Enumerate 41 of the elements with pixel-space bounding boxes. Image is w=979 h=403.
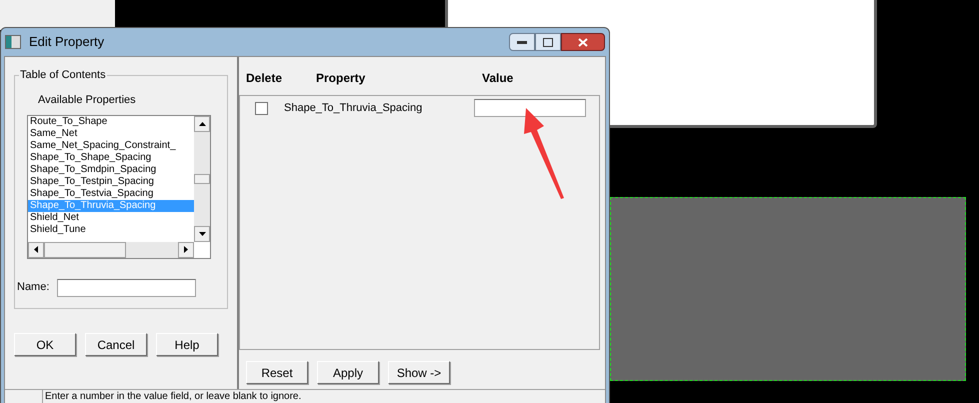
column-header: Delete <box>246 70 284 87</box>
dialog-button[interactable]: Cancel <box>85 333 147 356</box>
list-item[interactable]: Shield_Tune <box>28 224 194 236</box>
value-field[interactable] <box>474 99 586 117</box>
list-item[interactable]: Shape_To_Smdpin_Spacing <box>28 164 194 176</box>
scroll-left-icon[interactable] <box>28 242 44 258</box>
minimize-button[interactable] <box>509 33 535 51</box>
list-item[interactable]: Shape_To_Testvia_Spacing <box>28 188 194 200</box>
scroll-up-icon[interactable] <box>194 116 210 132</box>
list-item[interactable]: Shape_To_Shape_Spacing <box>28 152 194 164</box>
scroll-right-icon[interactable] <box>178 242 194 258</box>
horizontal-scrollbar[interactable] <box>28 242 194 258</box>
close-button[interactable] <box>561 33 605 51</box>
column-header: Property <box>316 70 366 87</box>
dialog-button[interactable]: Help <box>156 333 218 356</box>
maximize-icon <box>543 38 553 46</box>
name-field[interactable] <box>57 278 196 296</box>
dialog-button[interactable]: Reset <box>246 361 308 384</box>
property-name: Shape_To_Thruvia_Spacing <box>284 100 424 116</box>
list-item[interactable]: Shape_To_Testpin_Spacing <box>28 176 194 188</box>
list-label: Available Properties <box>38 93 137 108</box>
delete-checkbox[interactable] <box>255 102 268 114</box>
list-item[interactable]: Same_Net_Spacing_Constraint_ <box>28 140 194 152</box>
list-item[interactable]: Route_To_Shape <box>28 116 194 128</box>
window-title: Edit Property <box>29 33 104 52</box>
list-item[interactable]: Shield_Net <box>28 212 194 224</box>
maximize-button[interactable] <box>535 33 561 51</box>
dialog-button[interactable]: Apply <box>317 361 379 384</box>
close-icon <box>578 38 588 46</box>
scroll-thumb[interactable] <box>44 242 126 258</box>
minimize-icon <box>517 40 527 44</box>
status-bar-text: Enter a number in the value field, or leave blank to ignore. <box>45 390 302 403</box>
dialog-button[interactable]: OK <box>14 333 76 356</box>
app-icon <box>5 35 21 49</box>
vertical-scrollbar[interactable] <box>194 116 210 242</box>
name-label: Name: <box>17 280 50 296</box>
scroll-down-icon[interactable] <box>194 226 210 242</box>
list-item[interactable]: Same_Net <box>28 128 194 140</box>
scroll-thumb[interactable] <box>194 174 210 184</box>
dialog-button[interactable]: Show -> <box>388 361 450 384</box>
column-header: Value <box>482 70 514 87</box>
